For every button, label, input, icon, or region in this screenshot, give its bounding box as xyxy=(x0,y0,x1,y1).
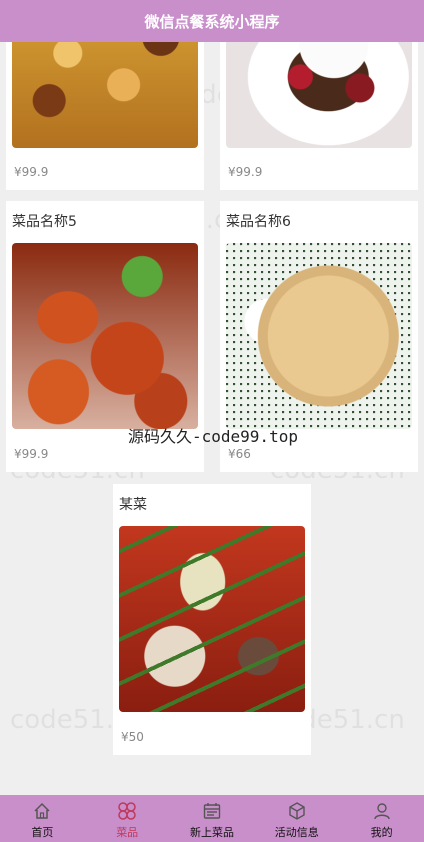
calendar-icon xyxy=(203,803,221,819)
dish-image xyxy=(226,243,412,429)
tab-label: 新上菜品 xyxy=(189,826,234,839)
dish-image xyxy=(12,243,198,429)
tab-profile[interactable]: 我的 xyxy=(339,795,424,842)
tab-label: 菜品 xyxy=(116,826,139,839)
clover-icon xyxy=(118,802,136,820)
dish-card[interactable]: 某菜 ¥50 xyxy=(113,484,311,755)
tab-new-dishes[interactable]: 新上菜品 xyxy=(170,795,255,842)
tab-dishes[interactable]: 菜品 xyxy=(85,795,170,842)
user-icon xyxy=(373,803,390,820)
dish-price: ¥99.9 xyxy=(14,447,49,461)
tab-activities[interactable]: 活动信息 xyxy=(254,795,339,842)
page-title: 微信点餐系统小程序 xyxy=(144,12,280,31)
dish-price: ¥66 xyxy=(228,447,251,461)
home-icon xyxy=(34,802,50,819)
dish-image xyxy=(119,526,305,712)
box-icon xyxy=(289,802,305,820)
bottom-tab-bar: 首页 菜品 新上菜品 活动信息 我的 xyxy=(0,795,424,842)
watermark-text: 源码久久-code99.top xyxy=(128,427,298,446)
tab-label: 首页 xyxy=(31,826,54,839)
dish-name: 菜品名称6 xyxy=(226,214,291,230)
dish-name: 某菜 xyxy=(119,497,147,513)
tab-home[interactable]: 首页 xyxy=(0,795,85,842)
page-header: 微信点餐系统小程序 xyxy=(0,0,424,42)
tab-label: 我的 xyxy=(370,826,393,839)
dish-price: ¥99.9 xyxy=(228,165,263,179)
dish-name: 菜品名称5 xyxy=(12,214,77,230)
tab-label: 活动信息 xyxy=(274,826,319,839)
dish-price: ¥99.9 xyxy=(14,165,49,179)
dish-price: ¥50 xyxy=(121,730,144,744)
